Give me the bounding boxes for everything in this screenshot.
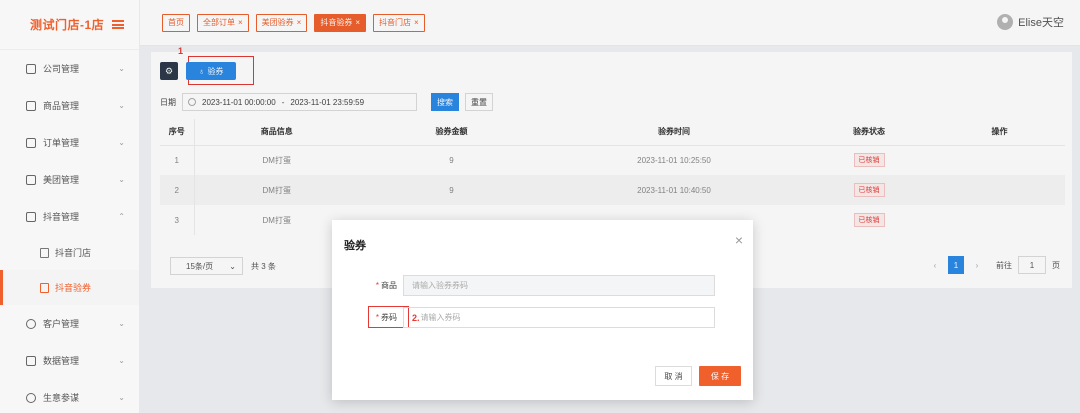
form-row-product: * 商品 请输入验券券码 (332, 275, 715, 296)
clock-icon (26, 392, 36, 403)
phone-icon (26, 174, 36, 185)
sidebar-item-business[interactable]: 生意参谋 ⌄ (0, 379, 139, 413)
chevron-down-icon: ⌄ (118, 319, 125, 328)
document-icon (40, 282, 49, 293)
sidebar-item-label: 抖音管理 (43, 212, 80, 222)
sidebar-item-douyin[interactable]: 抖音管理 ⌃ (0, 198, 139, 235)
sidebar-item-label: 数据管理 (43, 356, 80, 366)
sidebar-item-label: 公司管理 (43, 64, 80, 74)
close-icon[interactable]: × (735, 232, 743, 248)
chevron-down-icon: ⌄ (118, 101, 125, 110)
required-mark: * (375, 313, 379, 322)
product-input[interactable]: 请输入验券券码 (403, 275, 715, 296)
monitor-icon (26, 355, 36, 366)
order-icon (26, 137, 36, 148)
field-label: * 商品 (332, 280, 403, 291)
user-icon (26, 318, 36, 329)
chevron-down-icon: ⌄ (118, 393, 125, 402)
sidebar-item-products[interactable]: 商品管理 ⌄ (0, 87, 139, 124)
sidebar-subitem-label: 抖音验券 (55, 283, 92, 293)
sidebar-subitem-label: 抖音门店 (55, 248, 92, 258)
building-icon (26, 63, 36, 74)
field-label-text: 商品 (381, 281, 397, 290)
sidebar-subitem-douyin-store[interactable]: 抖音门店 (0, 235, 139, 270)
store-header: 测试门店-1店 (0, 0, 139, 50)
sidebar-item-label: 美团管理 (43, 175, 80, 185)
dialog-title: 验券 (344, 240, 366, 252)
sidebar-item-label: 订单管理 (43, 138, 80, 148)
chevron-down-icon: ⌄ (118, 356, 125, 365)
sidebar-item-customers[interactable]: 客户管理 ⌄ (0, 305, 139, 342)
chevron-down-icon: ⌄ (118, 138, 125, 147)
menu-toggle-icon[interactable] (112, 20, 125, 29)
field-label-text: 券码 (381, 313, 397, 322)
store-name: 测试门店-1店 (30, 18, 105, 32)
sidebar-item-meituan[interactable]: 美团管理 ⌄ (0, 161, 139, 198)
sidebar: 测试门店-1店 公司管理 ⌄ 商品管理 ⌄ 订单管理 ⌄ 美团管理 ⌄ 抖音管理… (0, 0, 140, 413)
step-marker-2: 2. (412, 312, 420, 323)
coupon-code-placeholder: 请输入券码 (420, 313, 461, 322)
document-icon (40, 247, 49, 258)
field-label: * 券码 (332, 312, 403, 323)
sidebar-item-label: 商品管理 (43, 101, 80, 111)
redeem-dialog: 验券 × * 商品 请输入验券券码 * 券码 2. 请输入券码 取 消 保 存 (332, 220, 753, 400)
sidebar-item-label: 客户管理 (43, 319, 80, 329)
coupon-code-input[interactable]: 2. 请输入券码 (403, 307, 715, 328)
sidebar-item-data[interactable]: 数据管理 ⌄ (0, 342, 139, 379)
chevron-down-icon: ⌄ (118, 175, 125, 184)
bag-icon (26, 100, 36, 111)
phone-icon (26, 211, 36, 222)
save-button[interactable]: 保 存 (699, 366, 741, 386)
chevron-down-icon: ⌄ (118, 64, 125, 73)
sidebar-subitem-douyin-redeem[interactable]: 抖音验券 (0, 270, 139, 305)
sidebar-item-company[interactable]: 公司管理 ⌄ (0, 50, 139, 87)
sidebar-item-label: 生意参谋 (43, 393, 80, 403)
chevron-up-icon: ⌃ (118, 212, 125, 221)
form-row-code: * 券码 2. 请输入券码 (332, 307, 715, 328)
sidebar-item-orders[interactable]: 订单管理 ⌄ (0, 124, 139, 161)
product-placeholder: 请输入验券券码 (412, 281, 468, 290)
cancel-button[interactable]: 取 消 (655, 366, 692, 386)
required-mark: * (375, 281, 379, 290)
